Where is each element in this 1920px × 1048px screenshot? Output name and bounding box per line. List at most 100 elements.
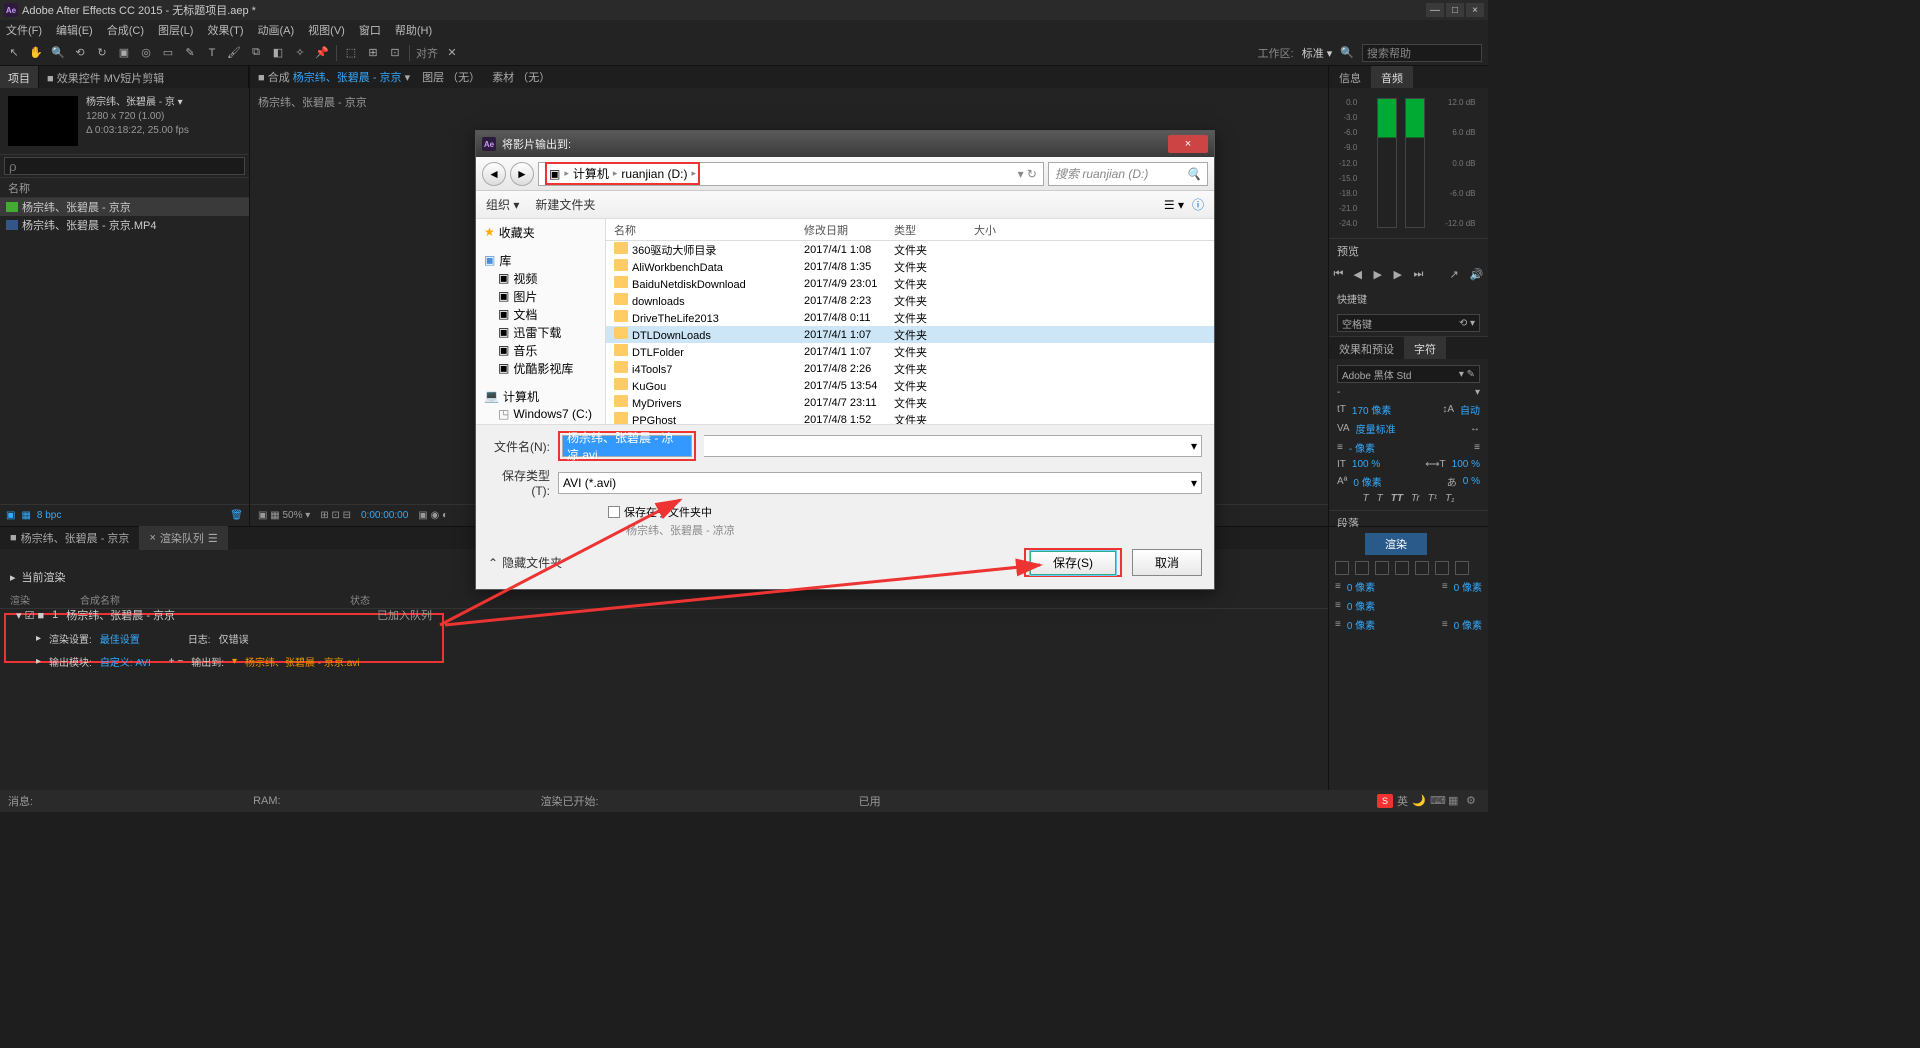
ime-icon[interactable]: S — [1377, 794, 1393, 808]
close-button[interactable]: × — [1466, 3, 1484, 17]
minimize-button[interactable]: — — [1426, 3, 1444, 17]
hand-tool-icon[interactable]: ✋ — [28, 45, 44, 61]
new-comp-icon[interactable]: ▦ — [21, 510, 30, 521]
tab-project[interactable]: 项目 — [0, 66, 39, 88]
tab-footage[interactable]: 素材 （无） — [492, 69, 550, 85]
zoom-tool-icon[interactable]: 🔍 — [50, 45, 66, 61]
help-icon[interactable]: ⓘ — [1192, 196, 1204, 213]
menu-window[interactable]: 窗口 — [359, 22, 381, 38]
brush-tool-icon[interactable]: 🖌 — [226, 45, 242, 61]
nav-forward-button[interactable]: ► — [510, 162, 534, 186]
sidebar-computer[interactable]: 💻计算机 — [476, 387, 605, 405]
view-mode-icon[interactable]: ☰ ▾ — [1164, 198, 1184, 212]
sidebar-drive-c[interactable]: ◳Windows7 (C:) — [476, 405, 605, 423]
cancel-button[interactable]: 取消 — [1132, 549, 1202, 576]
tab-info[interactable]: 信息 — [1329, 66, 1371, 88]
file-row[interactable]: i4Tools72017/4/8 2:26文件夹 — [606, 360, 1214, 377]
clone-tool-icon[interactable]: ⧉ — [248, 45, 264, 61]
new-bin-icon[interactable]: ▣ — [6, 510, 15, 521]
project-item-video[interactable]: 杨宗纬、张碧晨 - 京京.MP4 — [0, 216, 249, 234]
file-row[interactable]: AliWorkbenchData2017/4/8 1:35文件夹 — [606, 258, 1214, 275]
project-item-comp[interactable]: 杨宗纬、张碧晨 - 京京 — [0, 198, 249, 216]
last-frame-icon[interactable]: ⏭ — [1414, 268, 1428, 282]
viewer-options-icon[interactable]: ⊞ ⊡ ⊟ — [320, 510, 351, 521]
rotation-tool-icon[interactable]: ↻ — [94, 45, 110, 61]
menu-file[interactable]: 文件(F) — [6, 22, 42, 38]
col-date[interactable]: 修改日期 — [804, 222, 894, 238]
hide-folders-button[interactable]: ⌃ 隐藏文件夹 — [488, 554, 562, 571]
render-settings-link[interactable]: 最佳设置 — [100, 631, 140, 646]
tab-render-queue[interactable]: × 渲染队列 ☰ — [139, 526, 227, 550]
anchor-tool-icon[interactable]: ◎ — [138, 45, 154, 61]
pen-tool-icon[interactable]: ✎ — [182, 45, 198, 61]
organize-menu[interactable]: 组织 ▾ — [486, 196, 519, 213]
new-folder-button[interactable]: 新建文件夹 — [535, 196, 595, 213]
sidebar-music[interactable]: ▣音乐 — [476, 341, 605, 359]
breadcrumb-computer[interactable]: 计算机 — [573, 165, 609, 182]
menu-edit[interactable]: 编辑(E) — [56, 22, 93, 38]
prev-frame-icon[interactable]: ◀ — [1354, 268, 1368, 282]
save-button[interactable]: 保存(S) — [1030, 551, 1116, 575]
file-row[interactable]: DTLFolder2017/4/1 1:07文件夹 — [606, 343, 1214, 360]
mute-icon[interactable]: 🔊 — [1470, 268, 1484, 282]
snap2-icon[interactable]: ⊞ — [365, 45, 381, 61]
file-row[interactable]: BaiduNetdiskDownload2017/4/9 23:01文件夹 — [606, 275, 1214, 292]
rect-tool-icon[interactable]: ▭ — [160, 45, 176, 61]
tab-composition[interactable]: ■ 合成 杨宗纬、张碧晨 - 京京 ▾ — [258, 69, 410, 85]
viewer-timecode[interactable]: 0:00:00:00 — [361, 510, 408, 521]
render-queue-item[interactable]: ▾ ☑ ■ 1 杨宗纬、张碧晨 - 京京 已加入队列 ▸渲染设置:最佳设置 日志… — [4, 613, 444, 663]
sidebar-youku[interactable]: ▣优酷影视库 — [476, 359, 605, 377]
file-row[interactable]: downloads2017/4/8 2:23文件夹 — [606, 292, 1214, 309]
menu-composition[interactable]: 合成(C) — [107, 22, 144, 38]
output-file-link[interactable]: 杨宗纬、张碧晨 - 京京.avi — [245, 654, 359, 669]
first-frame-icon[interactable]: ⏮ — [1334, 268, 1348, 282]
project-search-input[interactable] — [4, 157, 245, 175]
moon-icon[interactable]: 🌙 — [1412, 794, 1426, 808]
puppet-tool-icon[interactable]: 📌 — [314, 45, 330, 61]
tab-timeline-comp[interactable]: ■ 杨宗纬、张碧晨 - 京京 — [0, 526, 139, 550]
sidebar-videos[interactable]: ▣视频 — [476, 269, 605, 287]
viewer-zoom[interactable]: ▣ ▦ 50% ▾ — [258, 510, 310, 521]
file-row[interactable]: DriveTheLife20132017/4/8 0:11文件夹 — [606, 309, 1214, 326]
col-name[interactable]: 名称 — [614, 222, 804, 238]
breadcrumb[interactable]: ▣ ▸ 计算机 ▸ ruanjian (D:) ▸ ▾ ↻ — [538, 162, 1044, 186]
col-header-name[interactable]: 名称 — [0, 178, 249, 198]
snap-icon[interactable]: ⬚ — [343, 45, 359, 61]
sidebar-favorites[interactable]: ★收藏夹 — [476, 223, 605, 241]
play-icon[interactable]: ▶ — [1374, 268, 1388, 282]
tab-character[interactable]: 字符 — [1404, 337, 1446, 359]
ime-lang[interactable]: 英 — [1397, 793, 1408, 809]
tab-audio[interactable]: 音频 — [1371, 66, 1413, 88]
export-icon[interactable]: ↗ — [1450, 268, 1464, 282]
search-help-input[interactable]: 搜索帮助 — [1362, 44, 1482, 62]
roto-tool-icon[interactable]: ✧ — [292, 45, 308, 61]
file-row[interactable]: PPGhost2017/4/8 1:52文件夹 — [606, 411, 1214, 424]
orbit-tool-icon[interactable]: ⟲ — [72, 45, 88, 61]
menu-animation[interactable]: 动画(A) — [258, 22, 295, 38]
snap3-icon[interactable]: ⊡ — [387, 45, 403, 61]
align-icon[interactable]: ✕ — [444, 45, 460, 61]
file-row[interactable]: 360驱动大师目录2017/4/1 1:08文件夹 — [606, 241, 1214, 258]
save-subfolder-checkbox[interactable]: 保存在子文件夹中 — [608, 504, 1202, 520]
next-frame-icon[interactable]: ▶ — [1394, 268, 1408, 282]
output-module-link[interactable]: 自定义: AVI — [100, 654, 151, 669]
keyboard-icon[interactable]: ⌨ — [1430, 794, 1444, 808]
maximize-button[interactable]: □ — [1446, 3, 1464, 17]
font-dropdown[interactable]: Adobe 黑体 Std▾ ✎ — [1337, 365, 1480, 383]
trash-icon[interactable]: 🗑 — [230, 510, 243, 521]
render-button[interactable]: 渲染 — [1365, 533, 1427, 555]
breadcrumb-drive[interactable]: ruanjian (D:) — [621, 167, 687, 181]
filetype-select[interactable]: AVI (*.avi)▾ — [558, 472, 1202, 494]
viewer-more-icon[interactable]: ▣ ◉ ◐ — [418, 510, 448, 521]
menu-layer[interactable]: 图层(L) — [158, 22, 193, 38]
file-row[interactable]: MyDrivers2017/4/7 23:11文件夹 — [606, 394, 1214, 411]
file-row[interactable]: DTLDownLoads2017/4/1 1:07文件夹 — [606, 326, 1214, 343]
tab-layer[interactable]: 图层 （无） — [422, 69, 480, 85]
col-size[interactable]: 大小 — [974, 222, 1034, 238]
filename-input[interactable]: 杨宗纬、张碧晨 - 凉凉.avi — [562, 435, 692, 457]
menu-view[interactable]: 视图(V) — [308, 22, 345, 38]
tab-effect-controls[interactable]: ■ 效果控件 MV短片剪辑 — [39, 66, 249, 88]
workspace-dropdown[interactable]: 标准 ▾ — [1302, 45, 1333, 61]
dialog-search-input[interactable]: 搜索 ruanjian (D:)🔍 — [1048, 162, 1208, 186]
sidebar-pictures[interactable]: ▣图片 — [476, 287, 605, 305]
